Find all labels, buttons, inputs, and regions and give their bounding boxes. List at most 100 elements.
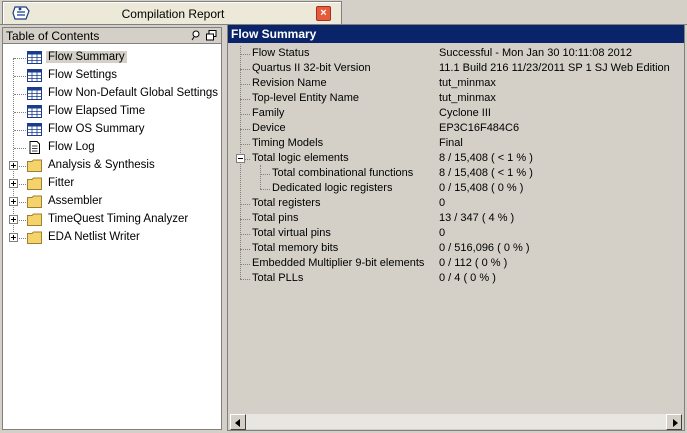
tree-line <box>19 184 26 185</box>
toc-item-label: EDA Netlist Writer <box>48 231 140 243</box>
tab-title: Compilation Report <box>121 7 225 21</box>
tree-line <box>240 69 250 70</box>
toc-item-label: Flow Log <box>48 141 95 153</box>
toc-item[interactable]: Fitter <box>3 175 221 193</box>
tab-strip: Compilation Report × <box>0 0 687 25</box>
summary-value: tut_minmax <box>439 92 496 104</box>
toc-item-label: Flow Settings <box>48 69 118 81</box>
summary-value: Successful - Mon Jan 30 10:11:08 2012 <box>439 47 633 59</box>
toc-item-label: TimeQuest Timing Analyzer <box>48 213 189 225</box>
tree-line <box>14 94 26 95</box>
toc-item[interactable]: Flow Summary <box>3 49 221 67</box>
summary-row[interactable]: Timing Models Final <box>228 136 684 151</box>
tab-compilation-report[interactable]: Compilation Report × <box>2 1 342 25</box>
toc-item[interactable]: Assembler <box>3 193 221 211</box>
folder-icon <box>27 231 42 244</box>
summary-key: Top-level Entity Name <box>252 92 359 104</box>
summary-key: Dedicated logic registers <box>272 182 393 194</box>
scroll-left-button[interactable] <box>230 414 246 430</box>
toc-tree: Flow Summary Flow Settings Flow Non-Defaul… <box>3 47 221 427</box>
tree-line <box>240 84 250 85</box>
summary-key: Total logic elements <box>252 152 349 164</box>
toc-item[interactable]: TimeQuest Timing Analyzer <box>3 211 221 229</box>
expand-icon[interactable] <box>9 233 18 242</box>
summary-row[interactable]: Family Cyclone III <box>228 106 684 121</box>
summary-value: tut_minmax <box>439 77 496 89</box>
summary-value: 0 / 516,096 ( 0 % ) <box>439 242 530 254</box>
expand-icon[interactable] <box>9 161 18 170</box>
toc-item-label: Flow Elapsed Time <box>48 105 146 117</box>
collapse-icon[interactable] <box>236 154 245 163</box>
summary-value: 13 / 347 ( 4 % ) <box>439 212 515 224</box>
summary-key: Flow Status <box>252 47 310 59</box>
document-icon <box>27 141 42 154</box>
summary-row[interactable]: Embedded Multiplier 9-bit elements 0 / 11… <box>228 256 684 271</box>
tree-line <box>19 166 26 167</box>
toc-item[interactable]: Flow Non-Default Global Settings <box>3 85 221 103</box>
expand-icon[interactable] <box>9 179 18 188</box>
table-icon <box>27 51 42 64</box>
horizontal-scrollbar[interactable] <box>230 413 682 430</box>
table-of-contents-pane: Table of Contents Flow Summary Flow Setti… <box>2 27 222 430</box>
tree-line <box>240 219 250 220</box>
toc-item[interactable]: EDA Netlist Writer <box>3 229 221 247</box>
tree-line <box>14 130 26 131</box>
summary-row[interactable]: Quartus II 32-bit Version 11.1 Build 216 … <box>228 61 684 76</box>
expand-icon[interactable] <box>9 215 18 224</box>
float-window-icon[interactable] <box>206 30 217 41</box>
toc-item[interactable]: Flow Log <box>3 139 221 157</box>
flow-summary-pane: Flow Summary Flow Status Successful - Mon… <box>227 24 685 431</box>
summary-row[interactable]: Revision Name tut_minmax <box>228 76 684 91</box>
tree-line <box>240 144 250 145</box>
tree-line <box>14 76 26 77</box>
folder-icon <box>27 159 42 172</box>
tree-line <box>14 58 26 59</box>
close-icon[interactable]: × <box>316 6 331 21</box>
toc-item[interactable]: Flow Elapsed Time <box>3 103 221 121</box>
toc-item[interactable]: Analysis & Synthesis <box>3 157 221 175</box>
toc-item-label: Flow OS Summary <box>48 123 145 135</box>
summary-key: Total memory bits <box>252 242 339 254</box>
summary-row[interactable]: Total memory bits 0 / 516,096 ( 0 % ) <box>228 241 684 256</box>
summary-value: Final <box>439 137 463 149</box>
summary-value: 8 / 15,408 ( < 1 % ) <box>439 167 533 179</box>
summary-row[interactable]: Top-level Entity Name tut_minmax <box>228 91 684 106</box>
toc-item-label: Fitter <box>48 177 75 189</box>
summary-row[interactable]: Total registers 0 <box>228 196 684 211</box>
summary-value: 8 / 15,408 ( < 1 % ) <box>439 152 533 164</box>
toc-item[interactable]: Flow Settings <box>3 67 221 85</box>
pin-icon[interactable] <box>191 30 202 41</box>
toc-header: Table of Contents <box>3 28 221 44</box>
summary-row[interactable]: Total pins 13 / 347 ( 4 % ) <box>228 211 684 226</box>
tree-line <box>19 202 26 203</box>
summary-key: Total pins <box>252 212 299 224</box>
summary-row[interactable]: Total PLLs 0 / 4 ( 0 % ) <box>228 271 684 286</box>
summary-row[interactable]: Flow Status Successful - Mon Jan 30 10:11… <box>228 46 684 61</box>
summary-row[interactable]: Total logic elements 8 / 15,408 ( < 1 % ) <box>228 151 684 166</box>
summary-row[interactable]: Dedicated logic registers 0 / 15,408 ( 0 … <box>228 181 684 196</box>
summary-key: Total PLLs <box>252 272 304 284</box>
arrow-right-icon <box>673 419 678 427</box>
summary-row[interactable]: Device EP3C16F484C6 <box>228 121 684 136</box>
toc-item-label: Flow Non-Default Global Settings <box>48 87 219 99</box>
summary-row[interactable]: Total virtual pins 0 <box>228 226 684 241</box>
scroll-right-button[interactable] <box>666 414 682 430</box>
tree-line <box>19 220 26 221</box>
tree-line <box>240 129 250 130</box>
tree-line <box>240 204 250 205</box>
summary-key: Total virtual pins <box>252 227 331 239</box>
expand-icon[interactable] <box>9 197 18 206</box>
toc-item[interactable]: Flow OS Summary <box>3 121 221 139</box>
table-icon <box>27 123 42 136</box>
tree-line <box>260 189 270 190</box>
summary-value: 0 / 112 ( 0 % ) <box>439 257 508 269</box>
summary-row[interactable]: Total combinational functions 8 / 15,408 … <box>228 166 684 181</box>
tree-line <box>260 174 270 175</box>
tree-line <box>240 234 250 235</box>
toc-item-label: Flow Summary <box>46 51 127 63</box>
summary-key: Total combinational functions <box>272 167 414 179</box>
summary-key: Family <box>252 107 285 119</box>
summary-value: EP3C16F484C6 <box>439 122 520 134</box>
summary-key: Total registers <box>252 197 321 209</box>
tree-line <box>240 54 250 55</box>
